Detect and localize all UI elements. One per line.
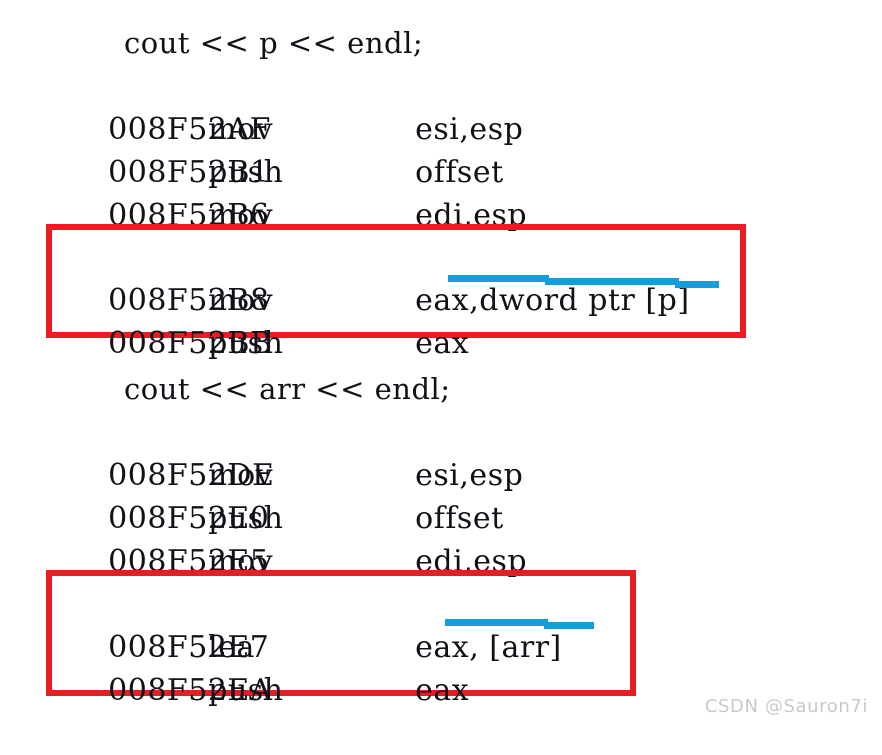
watermark-label: CSDN @Sauron7i — [704, 696, 868, 717]
instruction-address: 008F52BB — [108, 326, 273, 361]
instruction-address: 008F52EA — [108, 673, 272, 708]
instruction-row: 008F52B1push offset — [0, 108, 882, 190]
instruction-row: 008F52E5mov edi,esp — [0, 497, 882, 579]
source-line-cout-p: cout << p << endl; — [124, 26, 424, 60]
instruction-mnemonic: push — [208, 326, 284, 361]
instruction-row-highlighted: 008F52BBpush eax — [0, 279, 882, 361]
instruction-operands: eax — [415, 326, 470, 361]
underline-eax-arr — [445, 619, 548, 626]
instruction-row: 008F52E0push offset — [0, 454, 882, 536]
instruction-row-highlighted: 008F52E7lea eax, [arr] — [0, 583, 882, 665]
instruction-mnemonic: push — [208, 673, 284, 708]
instruction-row: 008F52DEmov esi,esp — [0, 411, 882, 493]
instruction-row: 008F52B6mov edi,esp — [0, 151, 882, 233]
instruction-operands: eax — [415, 673, 470, 708]
instruction-row: 008F52AFmov esi,esp — [0, 65, 882, 147]
source-line-cout-arr: cout << arr << endl; — [124, 372, 451, 406]
instruction-row-highlighted: 008F52B8mov eax,dword ptr [p] — [0, 236, 882, 318]
screenshot-canvas: cout << p << endl; 008F52AFmov esi,esp 00… — [0, 0, 882, 729]
instruction-row-highlighted: 008F52EApush eax — [0, 626, 882, 708]
